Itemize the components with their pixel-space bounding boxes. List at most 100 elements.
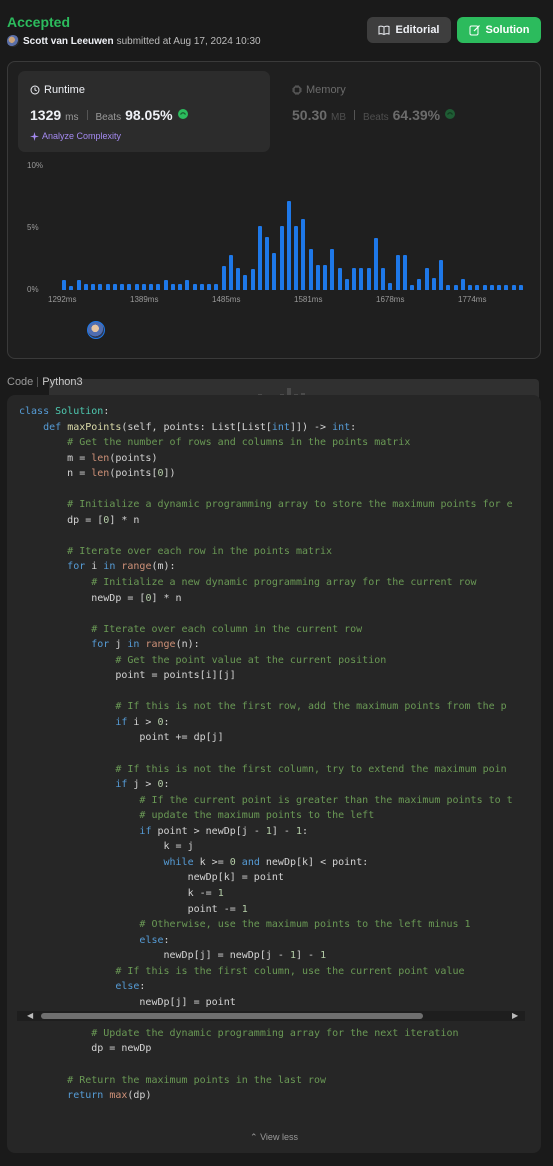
chart-bar[interactable] xyxy=(214,283,219,290)
chart-bar[interactable] xyxy=(439,260,443,290)
chart-bar[interactable] xyxy=(453,285,458,290)
chart-bar[interactable] xyxy=(286,200,291,290)
my-submission-marker[interactable] xyxy=(87,321,105,339)
code-line: # Return the maximum points in the last … xyxy=(67,1074,327,1086)
chart-bar[interactable] xyxy=(257,225,262,290)
chart-bar[interactable] xyxy=(236,267,240,290)
chart-bar[interactable] xyxy=(431,277,436,290)
chart-bar[interactable] xyxy=(207,283,211,290)
chart-bar[interactable] xyxy=(170,283,175,290)
chart-bar[interactable] xyxy=(395,255,400,290)
code-line: k -= 1 xyxy=(19,887,224,899)
view-less-button[interactable]: ⌃ View less xyxy=(7,1132,541,1143)
chart-bar[interactable] xyxy=(301,219,306,290)
code-line: newDp = [0] * n xyxy=(19,592,182,604)
chart-bar[interactable] xyxy=(199,283,204,290)
chart-bar[interactable] xyxy=(504,285,509,290)
chart-bar[interactable] xyxy=(105,283,110,290)
chart-bar[interactable] xyxy=(120,283,124,290)
chart-bar[interactable] xyxy=(91,283,95,290)
chart-bar[interactable] xyxy=(308,249,313,290)
code-header: Code Python3 xyxy=(7,376,83,388)
horizontal-scrollbar[interactable]: ◀ ▶ xyxy=(17,1011,525,1021)
edit-icon xyxy=(469,25,480,36)
chart-bar[interactable] xyxy=(344,278,349,290)
chart-bar[interactable] xyxy=(388,282,393,290)
scroll-right-icon[interactable]: ▶ xyxy=(512,1011,518,1021)
chart-bar[interactable] xyxy=(192,283,197,290)
chart-bar[interactable] xyxy=(163,280,168,290)
code-line: # Iterate over each column in the curren… xyxy=(91,623,363,635)
author-name[interactable]: Scott van Leeuwen xyxy=(23,36,114,47)
chart-bar[interactable] xyxy=(134,283,139,290)
view-less-label: View less xyxy=(260,1132,298,1142)
chart-bar[interactable] xyxy=(141,283,146,290)
chart-bar[interactable] xyxy=(149,283,153,290)
code-line: # Update the dynamic programming array f… xyxy=(91,1027,459,1039)
chart-bar[interactable] xyxy=(359,267,364,290)
chart-bar[interactable] xyxy=(294,225,298,290)
memory-panel[interactable]: Memory 50.30 MB Beats 64.39% xyxy=(280,71,532,152)
chart-bar[interactable] xyxy=(417,278,422,290)
chart-bar[interactable] xyxy=(69,286,74,290)
editorial-button[interactable]: Editorial xyxy=(367,17,451,43)
divider xyxy=(354,110,356,120)
chart-bar[interactable] xyxy=(178,283,182,290)
chart-bar[interactable] xyxy=(497,285,501,290)
chart-bar[interactable] xyxy=(410,285,414,290)
chart-bar[interactable] xyxy=(460,278,465,290)
clock-icon xyxy=(30,85,40,95)
code-block[interactable]: class Solution: def maxPoints(self, poin… xyxy=(19,404,529,1104)
chart-bar[interactable] xyxy=(127,283,132,290)
chart-bar[interactable] xyxy=(98,283,103,290)
code-line: dp = newDp xyxy=(19,1043,152,1055)
chart-bar[interactable] xyxy=(482,285,487,290)
chart-bar[interactable] xyxy=(366,267,371,290)
code-line: point += dp[j] xyxy=(19,732,224,744)
analyze-complexity-link[interactable]: Analyze Complexity xyxy=(30,131,121,141)
chart-bar[interactable] xyxy=(265,236,269,290)
chart-bar[interactable] xyxy=(352,267,356,290)
chart-bar[interactable] xyxy=(250,268,255,290)
chart-bar[interactable] xyxy=(323,265,327,290)
chart-bar[interactable] xyxy=(518,285,523,290)
code-line: if j > 0: xyxy=(115,779,170,791)
chart-bar[interactable] xyxy=(381,267,385,290)
chart-bar[interactable] xyxy=(185,280,190,290)
chart-bar[interactable] xyxy=(489,285,494,290)
chart-bar[interactable] xyxy=(112,283,117,290)
scroll-left-icon[interactable]: ◀ xyxy=(27,1011,33,1021)
code-line: else: xyxy=(139,934,170,946)
chart-bar[interactable] xyxy=(156,283,161,290)
chart-bar[interactable] xyxy=(468,285,472,290)
chart-bar[interactable] xyxy=(511,285,516,290)
runtime-panel[interactable]: Runtime 1329 ms Beats 98.05% Analyze Com… xyxy=(18,71,270,152)
avatar[interactable] xyxy=(7,35,19,47)
chart-bar[interactable] xyxy=(228,255,233,290)
chart-bar[interactable] xyxy=(330,249,335,290)
runtime-title: Runtime xyxy=(30,84,85,96)
runtime-beats-value: 98.05% xyxy=(125,107,173,123)
chart-bar[interactable] xyxy=(337,267,342,290)
chart-bar[interactable] xyxy=(243,275,248,290)
chart-bar[interactable] xyxy=(83,283,88,290)
code-line: newDp[k] = point xyxy=(19,872,284,884)
chart-bar[interactable] xyxy=(221,266,226,290)
code-line: # update the maximum points to the left xyxy=(139,810,375,822)
chart-bar[interactable] xyxy=(373,237,378,290)
chart-bar[interactable] xyxy=(402,255,407,290)
chart-bar[interactable] xyxy=(62,280,66,290)
chart-bar[interactable] xyxy=(279,225,284,290)
chart-bar[interactable] xyxy=(76,280,81,290)
x-tick-label: 1678ms xyxy=(376,295,405,304)
chart-bar[interactable] xyxy=(446,285,451,290)
submitted-at: submitted at Aug 17, 2024 10:30 xyxy=(116,35,261,47)
chart-bar[interactable] xyxy=(475,285,480,290)
chart-bar[interactable] xyxy=(315,265,320,290)
chart-bar[interactable] xyxy=(424,267,429,290)
scrollbar-thumb[interactable] xyxy=(41,1013,423,1019)
y-tick-label: 5% xyxy=(27,223,39,232)
solution-button[interactable]: Solution xyxy=(457,17,541,43)
chart-bar[interactable] xyxy=(272,252,277,290)
